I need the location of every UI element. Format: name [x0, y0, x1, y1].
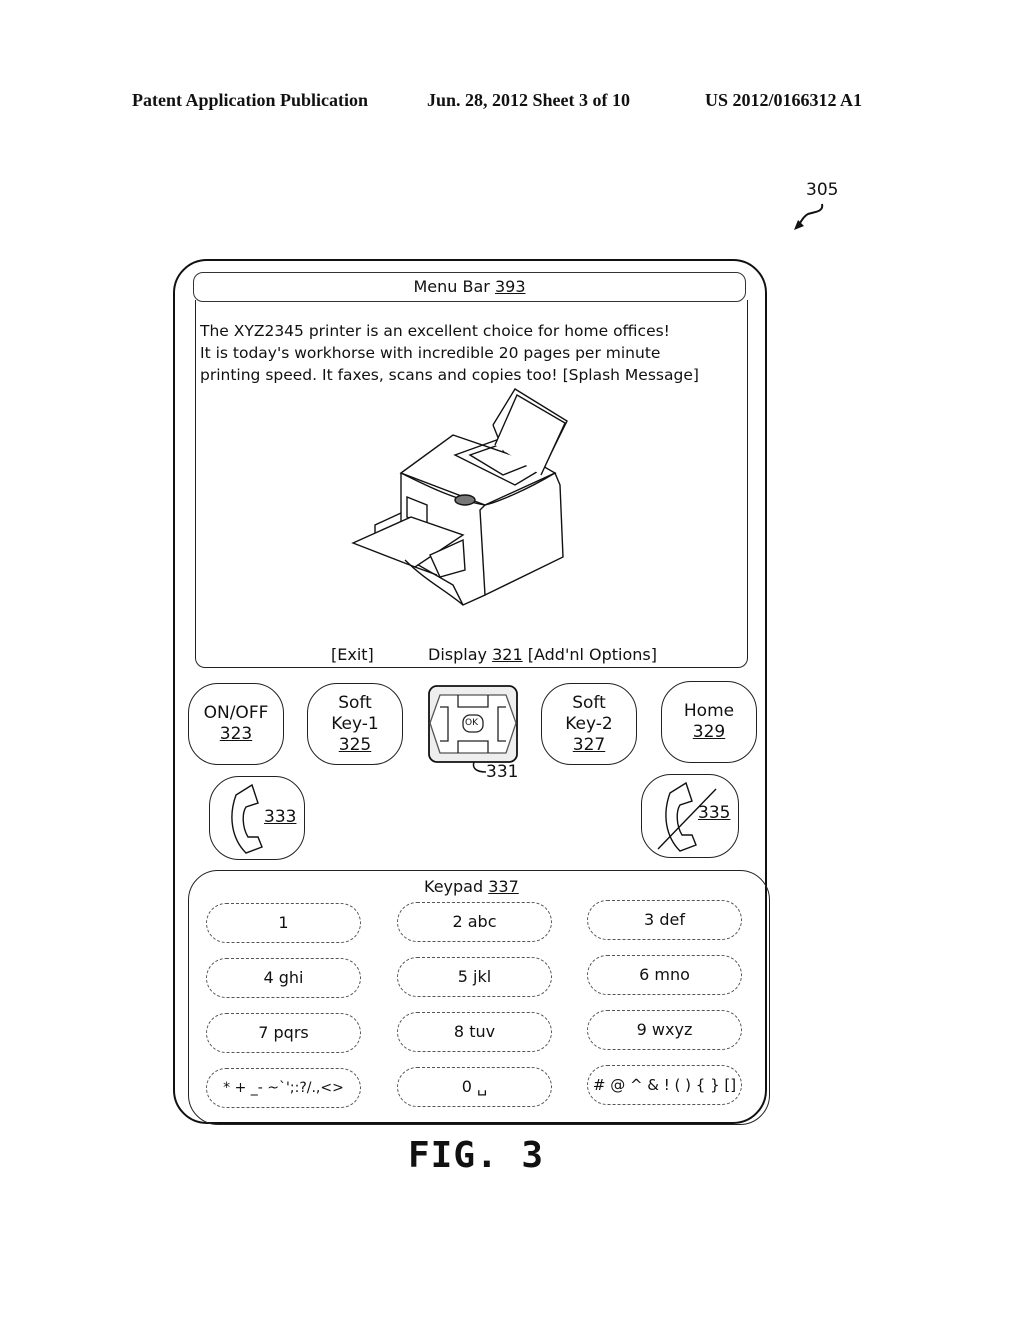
- keypad-key-0-space[interactable]: 0 ␣: [397, 1067, 552, 1107]
- menu-bar-label: Menu Bar: [413, 277, 490, 296]
- splash-line: It is today's workhorse with incredible …: [200, 344, 661, 362]
- soft-key-1-button[interactable]: Soft Key-1 325: [307, 683, 403, 765]
- display-label-text: Display: [428, 645, 487, 664]
- soft-key-2-button[interactable]: Soft Key-2 327: [541, 683, 637, 765]
- display-ref: 321: [492, 645, 523, 664]
- keypad-key-7[interactable]: 7 pqrs: [206, 1013, 361, 1053]
- figure-reference-number: 305: [806, 180, 839, 200]
- soft-key-2-line2: Key-2: [565, 713, 613, 734]
- on-off-label: ON/OFF: [203, 703, 269, 723]
- end-call-button[interactable]: 335: [641, 774, 739, 858]
- keypad-key-5[interactable]: 5 jkl: [397, 957, 552, 997]
- display-label: Display 321 [Add'nl Options]: [428, 645, 657, 664]
- ok-button[interactable]: OK: [465, 718, 478, 728]
- end-call-ref: 335: [698, 803, 731, 823]
- on-off-ref: 323: [219, 724, 253, 744]
- keypad-key-6[interactable]: 6 mno: [587, 955, 742, 995]
- additional-options-softkey-label[interactable]: [Add'nl Options]: [528, 645, 657, 664]
- nav-pad-ref: 331: [486, 762, 519, 782]
- call-ref: 333: [264, 807, 297, 827]
- keypad-ref: 337: [488, 877, 519, 896]
- soft-key-2-ref: 327: [572, 734, 606, 755]
- keypad-key-4[interactable]: 4 ghi: [206, 958, 361, 998]
- on-off-button[interactable]: ON/OFF 323: [188, 683, 284, 765]
- soft-key-2-line1: Soft: [572, 692, 606, 713]
- reference-arrow-icon: [794, 203, 824, 230]
- publication-number: US 2012/0166312 A1: [705, 90, 863, 110]
- publication-date-sheet: Jun. 28, 2012 Sheet 3 of 10: [427, 90, 631, 110]
- keypad-label-text: Keypad: [424, 877, 484, 896]
- keypad-key-symbols-left[interactable]: * + _- ~`';:?/.,<>: [206, 1068, 361, 1108]
- splash-line: printing speed. It faxes, scans and copi…: [200, 366, 699, 384]
- printer-illustration: [351, 388, 568, 606]
- splash-line: The XYZ2345 printer is an excellent choi…: [200, 322, 670, 340]
- menu-bar-ref: 393: [494, 277, 526, 296]
- call-button[interactable]: 333: [209, 776, 305, 860]
- home-button[interactable]: Home 329: [661, 681, 757, 763]
- exit-softkey-label[interactable]: [Exit]: [331, 645, 374, 664]
- keypad-key-2[interactable]: 2 abc: [397, 902, 552, 942]
- keypad-key-8[interactable]: 8 tuv: [397, 1012, 552, 1052]
- keypad-key-symbols-right[interactable]: # @ ^ & ! ( ) { } []: [587, 1065, 742, 1105]
- menu-bar[interactable]: Menu Bar 393: [193, 272, 746, 302]
- home-ref: 329: [692, 722, 726, 742]
- home-label: Home: [683, 701, 735, 721]
- soft-key-1-ref: 325: [338, 734, 372, 755]
- navigation-pad[interactable]: OK: [428, 685, 518, 763]
- splash-message: The XYZ2345 printer is an excellent choi…: [200, 320, 750, 386]
- figure-label: FIG. 3: [408, 1135, 545, 1176]
- keypad-key-9[interactable]: 9 wxyz: [587, 1010, 742, 1050]
- soft-key-1-line1: Soft: [338, 692, 372, 713]
- keypad-key-3[interactable]: 3 def: [587, 900, 742, 940]
- publication-title: Patent Application Publication: [132, 90, 369, 110]
- soft-key-1-line2: Key-1: [331, 713, 379, 734]
- keypad-label: Keypad 337: [424, 877, 519, 896]
- keypad-key-1[interactable]: 1: [206, 903, 361, 943]
